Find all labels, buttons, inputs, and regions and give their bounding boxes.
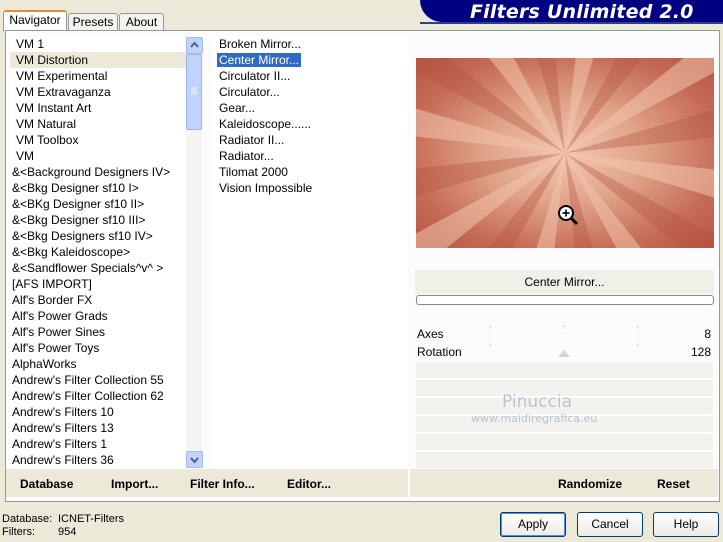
filter-info-button[interactable]: Filter Info... xyxy=(190,477,255,491)
filter-item-label: Vision Impossible xyxy=(219,181,313,195)
category-item[interactable]: AlphaWorks xyxy=(10,356,186,372)
slider-label-axes: Axes xyxy=(417,327,444,341)
category-item[interactable]: VM Extravaganza xyxy=(10,84,186,100)
tab-navigator[interactable]: Navigator xyxy=(3,10,67,32)
filter-item[interactable]: Radiator II... xyxy=(213,132,408,148)
slider-axes[interactable]: Axes 8 xyxy=(416,325,713,343)
category-item[interactable]: Alf's Power Grads xyxy=(10,308,186,324)
help-button[interactable]: Help xyxy=(653,512,719,537)
empty-control-slot xyxy=(416,452,713,470)
filter-item[interactable]: Circulator... xyxy=(213,84,408,100)
apply-button[interactable]: Apply xyxy=(500,512,566,537)
filter-item[interactable]: Radiator... xyxy=(213,148,408,164)
slider-ticks xyxy=(489,325,639,329)
category-list[interactable]: VM 1 VM Distortion VM Experimental VM Extra… xyxy=(10,36,186,468)
filter-item-label: Circulator II... xyxy=(219,69,291,83)
category-item[interactable]: Andrew's Filter Collection 55 xyxy=(10,372,186,388)
brand-title: Filters Unlimited 2.0 xyxy=(470,1,694,23)
category-item[interactable]: Alf's Power Sines xyxy=(10,324,186,340)
editor-button[interactable]: Editor... xyxy=(287,477,331,491)
status-database-label: Database: xyxy=(2,513,53,525)
empty-control-slot xyxy=(416,362,713,380)
filter-item-label: Tilomat 2000 xyxy=(219,165,288,179)
watermark-name: Pinuccia xyxy=(502,392,572,412)
filter-item[interactable]: Circulator II... xyxy=(213,68,408,84)
category-item[interactable]: Alf's Power Toys xyxy=(10,340,186,356)
import-button[interactable]: Import... xyxy=(111,477,158,491)
category-item[interactable]: &<Background Designers IV> xyxy=(10,164,186,180)
category-item[interactable]: &<Bkg Designer sf10 I> xyxy=(10,180,186,196)
category-item[interactable]: Alf's Border FX xyxy=(10,292,186,308)
category-item[interactable]: VM Natural xyxy=(10,116,186,132)
progress-bar xyxy=(416,295,714,305)
slider-value-axes: 8 xyxy=(704,327,711,341)
filter-item[interactable]: Kaleidoscope...... xyxy=(213,116,408,132)
category-item[interactable]: Andrew's Filters 13 xyxy=(10,420,186,436)
category-item[interactable]: VM xyxy=(10,148,186,164)
status-database-value: ICNET-Filters xyxy=(58,513,124,525)
grip-icon xyxy=(191,87,197,95)
category-item[interactable]: Andrew's Filters 1 xyxy=(10,436,186,452)
category-item[interactable]: VM Instant Art xyxy=(10,100,186,116)
tab-presets[interactable]: Presets xyxy=(68,13,118,30)
watermark-url: www.maidiregrafica.eu xyxy=(471,412,598,425)
category-item[interactable]: &<Bkg Designers sf10 IV> xyxy=(10,228,186,244)
filter-item-label: Gear... xyxy=(219,101,256,115)
filter-item-label: Center Mirror... xyxy=(215,52,303,68)
slider-value-rotation: 128 xyxy=(690,345,711,359)
filter-item-label: Kaleidoscope...... xyxy=(219,117,312,131)
filter-item-label: Radiator... xyxy=(219,149,274,163)
category-item[interactable]: VM Experimental xyxy=(10,68,186,84)
filter-item[interactable]: Tilomat 2000 xyxy=(213,164,408,180)
category-scrollbar[interactable] xyxy=(186,37,203,468)
category-item[interactable]: [AFS IMPORT] xyxy=(10,276,186,292)
chevron-up-icon xyxy=(190,41,199,48)
filter-item-label: Radiator II... xyxy=(219,133,285,147)
category-item[interactable]: Andrew's Filter Collection 62 xyxy=(10,388,186,404)
preview-caption: Center Mirror... xyxy=(524,275,605,289)
randomize-button[interactable]: Randomize xyxy=(558,477,622,491)
category-item[interactable]: VM Distortion xyxy=(10,52,186,68)
category-item[interactable]: Andrew's Filters 36 xyxy=(10,452,186,468)
database-button[interactable]: Database xyxy=(20,477,73,491)
slider-rotation[interactable]: Rotation 128 xyxy=(416,343,713,361)
category-item[interactable]: &<Sandflower Specials^v^ > xyxy=(10,260,186,276)
filter-item-label: Circulator... xyxy=(219,85,280,99)
scroll-up-button[interactable] xyxy=(186,37,203,54)
scroll-down-button[interactable] xyxy=(186,451,203,468)
empty-control-slot xyxy=(416,434,713,452)
filter-item-label: Broken Mirror... xyxy=(219,37,302,51)
category-item[interactable]: VM 1 xyxy=(10,36,186,52)
tab-about[interactable]: About xyxy=(119,13,164,30)
category-item[interactable]: VM Toolbox xyxy=(10,132,186,148)
preview-image[interactable] xyxy=(416,58,714,248)
filter-item[interactable]: Broken Mirror... xyxy=(213,36,408,52)
slider-label-rotation: Rotation xyxy=(417,345,462,359)
category-item[interactable]: &<Bkg Designer sf10 III> xyxy=(10,212,186,228)
category-item[interactable]: Andrew's Filters 10 xyxy=(10,404,186,420)
category-item[interactable]: &<BKg Designer sf10 II> xyxy=(10,196,186,212)
scroll-thumb[interactable] xyxy=(186,54,202,130)
filter-item[interactable]: Vision Impossible xyxy=(213,180,408,196)
filter-list[interactable]: Broken Mirror... Center Mirror... Circulat… xyxy=(213,36,408,468)
filter-item[interactable]: Center Mirror... xyxy=(213,52,408,68)
chevron-down-icon xyxy=(190,457,199,464)
status-filters-value: 954 xyxy=(58,526,77,538)
reset-button[interactable]: Reset xyxy=(657,477,690,491)
category-item[interactable]: &<Bkg Kaleidoscope> xyxy=(10,244,186,260)
filter-item[interactable]: Gear... xyxy=(213,100,408,116)
cancel-button[interactable]: Cancel xyxy=(577,512,643,537)
status-filters-label: Filters: xyxy=(2,526,35,538)
